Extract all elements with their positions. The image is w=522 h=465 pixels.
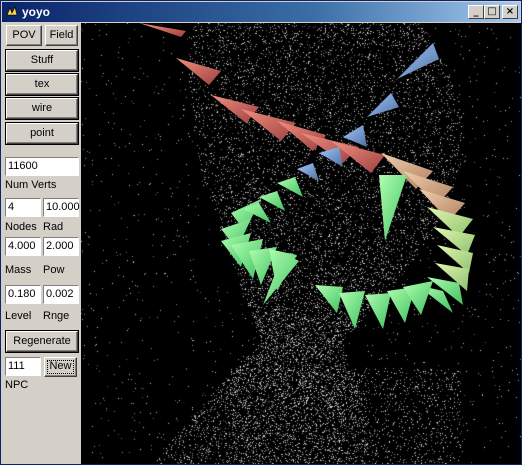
cone [211, 95, 259, 123]
nodes-field[interactable]: 4 [5, 198, 41, 217]
regenerate-button[interactable]: Regenerate [5, 330, 79, 353]
window-title: yoyo [22, 5, 51, 19]
close-button[interactable]: × [502, 5, 518, 19]
minimize-button[interactable]: _ [468, 5, 484, 19]
cone [319, 147, 343, 167]
rnge-field[interactable]: 0.002 [43, 285, 79, 304]
stuff-button[interactable]: Stuff [5, 49, 79, 72]
rnge-label: Rnge [43, 310, 70, 322]
pow-label: Pow [43, 264, 65, 276]
level-label: Level [5, 310, 32, 322]
cone [297, 163, 319, 181]
level-field[interactable]: 0.180 [5, 285, 41, 304]
num-verts-field[interactable]: 11600 [5, 157, 79, 176]
cone [367, 93, 399, 117]
cone [343, 125, 367, 147]
mass-label: Mass [5, 264, 32, 276]
cone [139, 23, 186, 37]
npc-field[interactable]: 111 [5, 357, 41, 376]
field-button[interactable]: Field [45, 25, 78, 46]
cone [277, 177, 303, 197]
point-button[interactable]: point [5, 122, 79, 145]
cone [339, 291, 365, 329]
maximize-button[interactable]: □ [484, 5, 500, 19]
title-bar[interactable]: yoyo _ □ × [2, 2, 520, 22]
num-verts-label: Num Verts [5, 179, 57, 191]
pov-button[interactable]: POV [6, 25, 42, 46]
rad-label: Rad [43, 221, 64, 233]
app-icon [6, 6, 18, 16]
cone-field [139, 23, 475, 329]
mass-field[interactable]: 4.000 [5, 237, 41, 256]
tex-button[interactable]: tex [5, 73, 79, 96]
wire-button[interactable]: wire [5, 97, 79, 120]
render-viewport[interactable] [81, 23, 521, 464]
npc-label: NPC [5, 379, 29, 391]
cone [379, 175, 407, 241]
control-panel: POV Field Stuff tex wire point 11600 Num… [2, 23, 81, 463]
pow-field[interactable]: 2.000 [43, 237, 79, 256]
rad-field[interactable]: 10.000 [43, 198, 80, 217]
cone [397, 43, 439, 79]
cone [259, 191, 285, 211]
nodes-label: Nodes [5, 221, 37, 233]
app-window: yoyo _ □ × POV Field Stuff tex wire poin… [0, 0, 522, 465]
cone [315, 285, 343, 313]
cone [176, 58, 221, 85]
cone [365, 293, 391, 329]
new-button[interactable]: New [44, 357, 77, 377]
